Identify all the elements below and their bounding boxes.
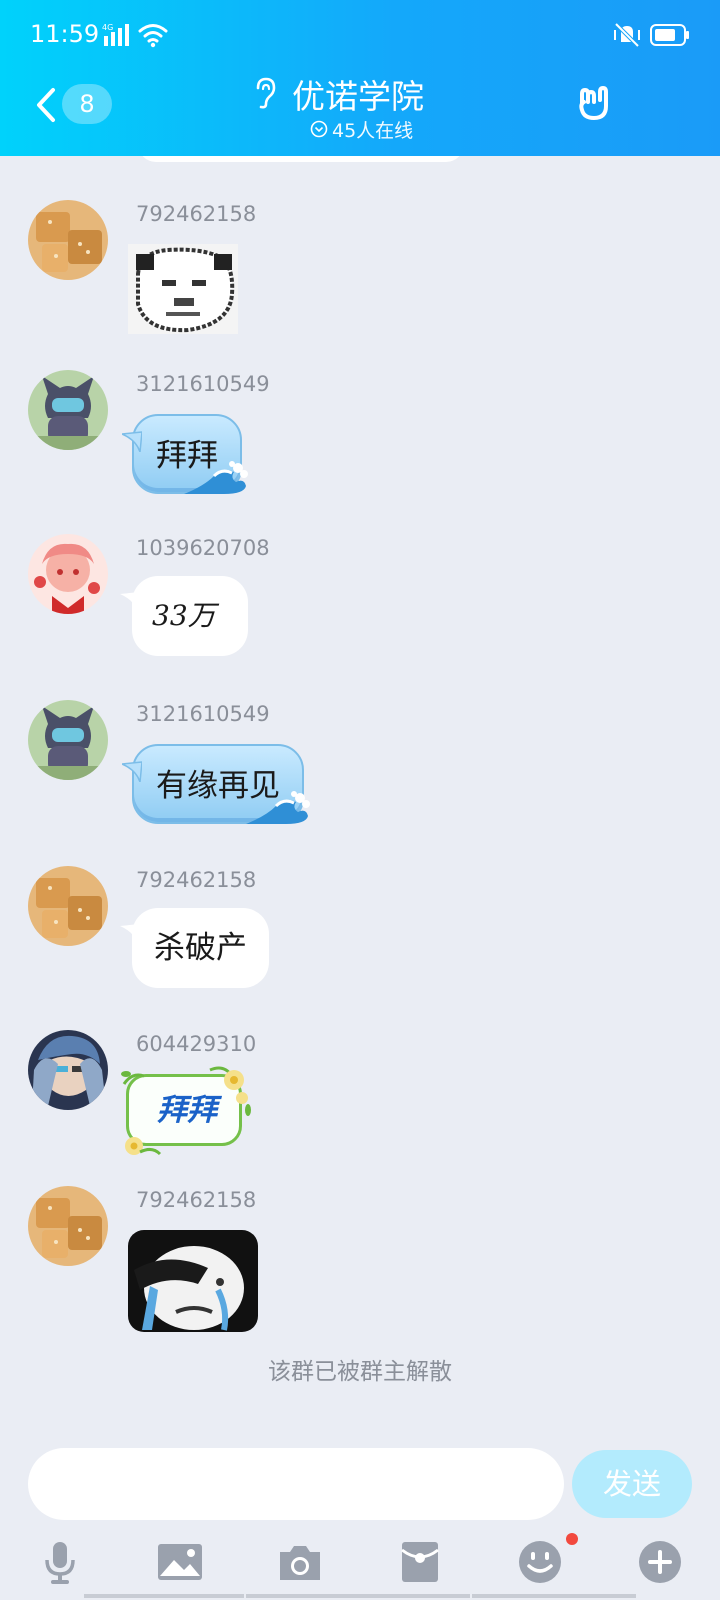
avatar[interactable] [28, 200, 108, 280]
ear-icon [256, 77, 276, 109]
online-count: 45人在线 [332, 119, 414, 142]
crying-sticker[interactable] [128, 1230, 258, 1332]
camera-icon[interactable] [276, 1538, 324, 1586]
panda-sticker[interactable] [128, 244, 238, 334]
wifi-icon [138, 24, 168, 48]
plus-icon[interactable] [636, 1538, 684, 1586]
message-bubble[interactable]: 拜拜 [122, 414, 248, 494]
flower-decoration [121, 1066, 251, 1156]
group-name[interactable]: 优诺学院 [292, 70, 424, 118]
cellular-signal-icon: 4G [102, 23, 129, 46]
chevron-left-icon [37, 88, 55, 122]
message-bubble[interactable]: 有缘再见 [122, 744, 310, 824]
sender-name: 792462158 [136, 202, 257, 226]
avatar[interactable] [28, 1030, 108, 1110]
back-button[interactable]: 8 [28, 82, 118, 128]
battery-icon [650, 24, 689, 46]
sender-name: 3121610549 [136, 702, 270, 726]
message-bubble[interactable]: 杀破产 [120, 908, 269, 988]
wave-decoration [184, 461, 248, 494]
avatar[interactable] [28, 534, 108, 614]
nav-gesture-bar [246, 1594, 470, 1598]
sender-name: 604429310 [136, 1032, 257, 1056]
avatar[interactable] [28, 866, 108, 946]
online-status[interactable]: 45人在线 [310, 116, 413, 142]
bubble-tail [120, 592, 140, 612]
notification-dot [566, 1533, 578, 1545]
microphone-icon[interactable] [36, 1538, 84, 1586]
message-bubble[interactable]: 33万 [120, 576, 248, 656]
system-notice: 该群已被群主解散 [268, 1359, 452, 1385]
send-button[interactable]: 发送 [572, 1450, 692, 1518]
sender-name: 792462158 [136, 868, 257, 892]
svg-text:4G: 4G [102, 23, 113, 32]
message-list[interactable]: 792462158 3121610549 拜拜 1039620708 33万 3… [0, 156, 720, 1418]
sender-name: 1039620708 [136, 536, 270, 560]
message-input[interactable] [28, 1448, 564, 1520]
nav-gesture-bar [84, 1594, 244, 1598]
sender-name: 3121610549 [136, 372, 270, 396]
avatar[interactable] [28, 370, 108, 450]
wave-decoration [246, 791, 310, 824]
red-packet-icon[interactable] [396, 1538, 444, 1586]
bubble-tail [122, 761, 142, 782]
input-toolbar [0, 1530, 720, 1600]
vibrate-mute-icon [614, 22, 640, 48]
sender-name: 792462158 [136, 1188, 257, 1212]
chevron-circle-down-icon [310, 120, 328, 138]
unread-count-badge: 8 [62, 84, 112, 124]
avatar[interactable] [28, 1186, 108, 1266]
partial-message-bubble [138, 156, 464, 162]
status-time: 11:59 [30, 20, 100, 48]
title-bar: 11:59 4G 8 优诺学院 45人在线 [0, 0, 720, 156]
avatar[interactable] [28, 700, 108, 780]
bubble-tail [122, 431, 142, 452]
bubble-tail [120, 924, 140, 944]
message-text: 杀破产 [154, 930, 247, 966]
image-icon[interactable] [156, 1538, 204, 1586]
hand-gesture-icon[interactable] [574, 84, 614, 124]
nav-gesture-bar [472, 1594, 636, 1598]
message-text: 33万 [152, 599, 216, 632]
emoji-icon[interactable] [516, 1538, 564, 1586]
